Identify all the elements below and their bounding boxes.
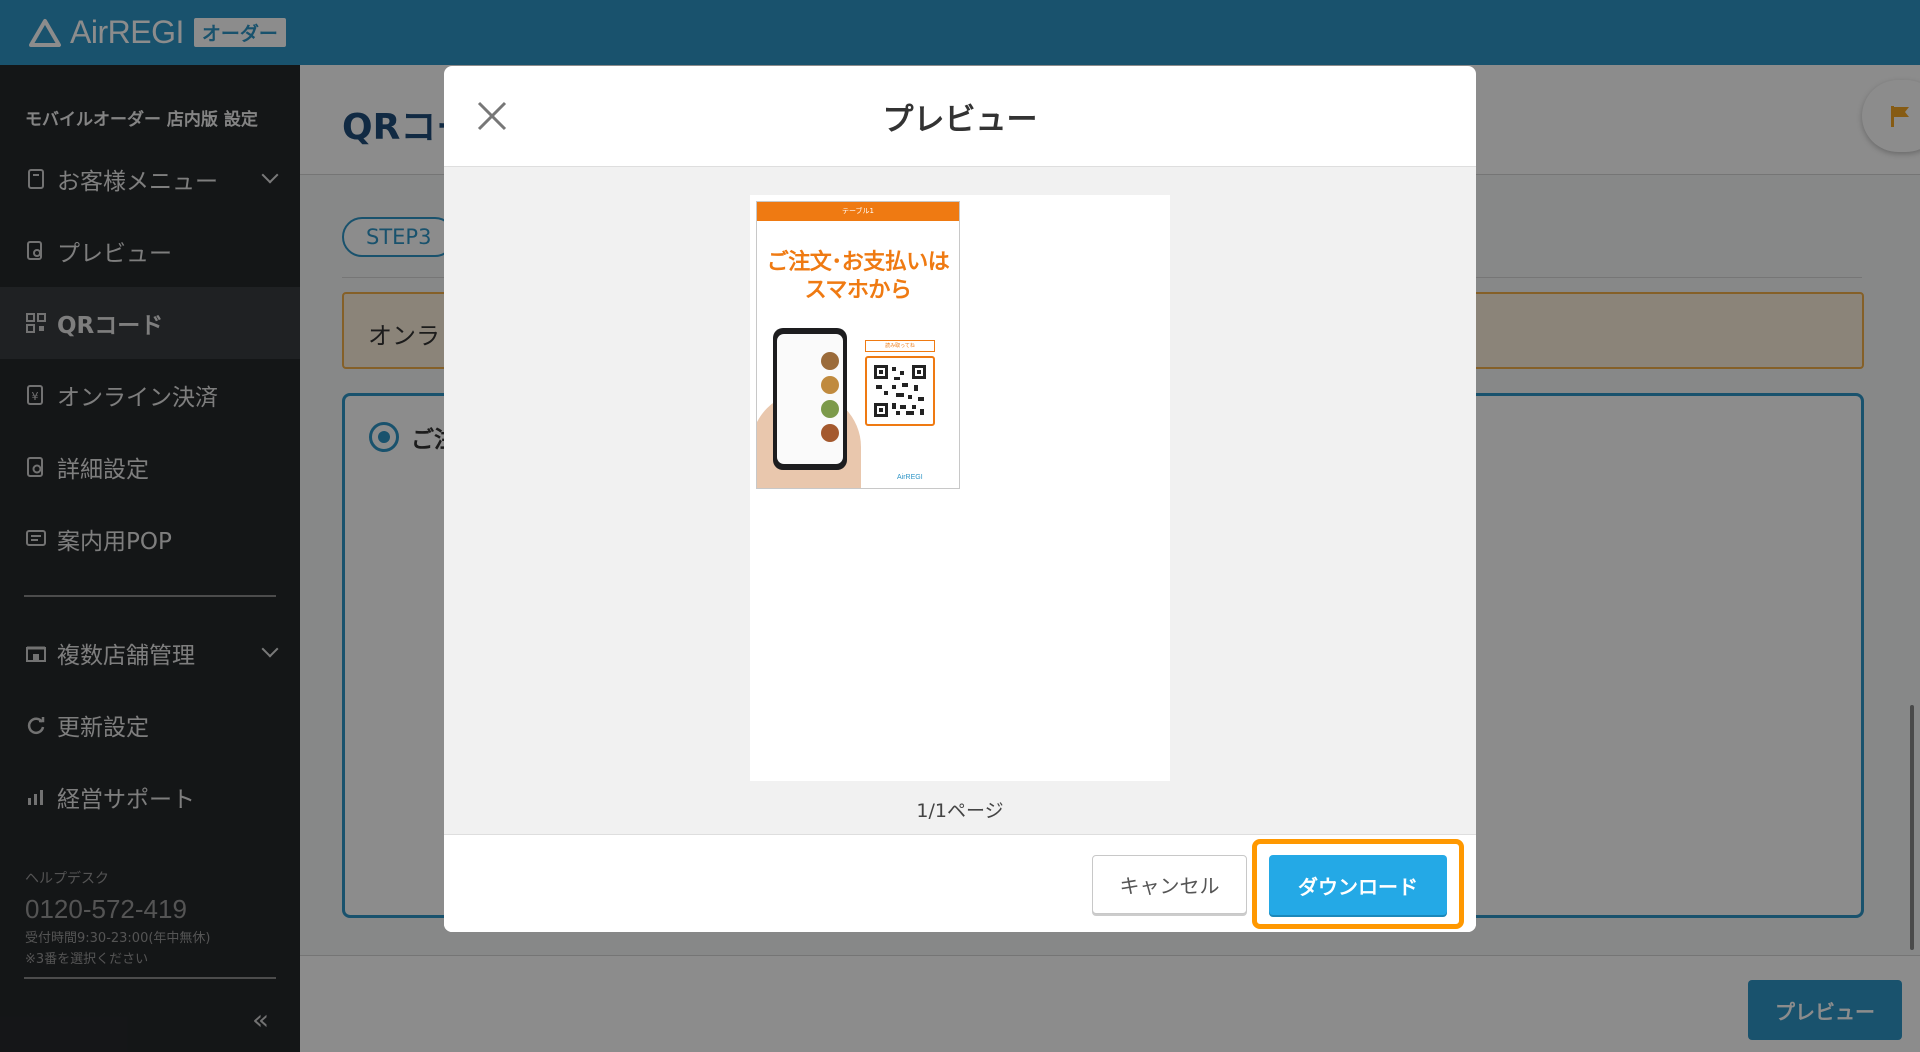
modal-title: プレビュー [882,102,1038,138]
modal-body: テーブル1 ご注文･お支払いは スマホから 読み取ってね AirREGI 1/1… [444,167,1476,834]
download-button[interactable]: ダウンロード [1269,855,1447,915]
modal-footer: キャンセル ダウンロード [444,834,1476,932]
pop-thumbnail: テーブル1 ご注文･お支払いは スマホから 読み取ってね AirREGI [756,201,960,489]
phone-screen [777,334,843,464]
pop-headline: ご注文･お支払いは スマホから [757,249,959,305]
pop-logo: AirREGI [897,474,923,481]
pop-headline-line1: ご注文･お支払いは [766,250,950,275]
cancel-button[interactable]: キャンセル [1092,855,1247,914]
smartphone-image [773,328,847,470]
pop-table-label: テーブル1 [757,202,959,221]
qr-pattern-icon [874,365,926,417]
pop-headline-line2: スマホから [804,278,912,303]
food-thumbnail [821,352,839,370]
pop-qr-label: 読み取ってね [865,340,935,352]
food-thumbnail [821,424,839,442]
preview-modal: プレビュー テーブル1 ご注文･お支払いは スマホから 読み取ってね AirRE… [444,66,1476,932]
modal-header: プレビュー [444,66,1476,167]
food-thumbnail [821,376,839,394]
page-indicator: 1/1ページ [916,800,1004,822]
qr-code-image [865,356,935,426]
food-thumbnail [821,400,839,418]
